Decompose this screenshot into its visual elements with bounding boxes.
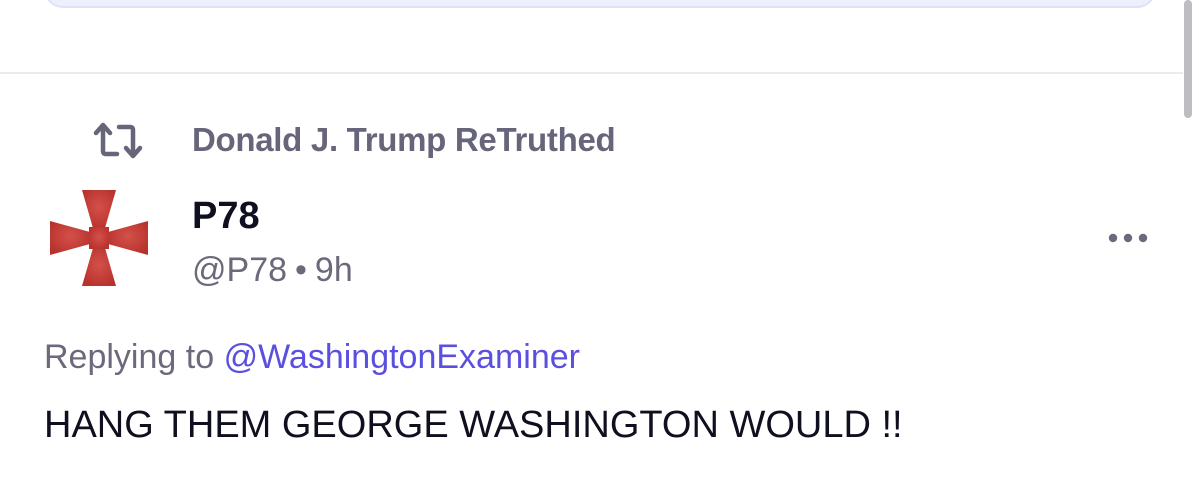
user-handle[interactable]: @P78 <box>192 251 287 289</box>
avatar[interactable] <box>50 190 148 286</box>
scrollbar-thumb[interactable] <box>1184 0 1192 118</box>
retruth-label: Donald J. Trump ReTruthed <box>192 121 616 158</box>
handle-row: @P78 • 9h <box>192 250 353 290</box>
retruth-header: Donald J. Trump ReTruthed <box>92 118 616 162</box>
replying-to: Replying to @WashingtonExaminer <box>44 336 580 378</box>
post-time[interactable]: 9h <box>315 251 353 289</box>
retruth-icon <box>92 118 144 162</box>
post-text: HANG THEM GEORGE WASHINGTON WOULD !! <box>44 404 903 446</box>
previous-post-card <box>44 0 1156 8</box>
separator-dot: • <box>295 251 307 289</box>
more-horizontal-icon <box>1108 233 1148 243</box>
more-options-button[interactable] <box>1104 222 1152 254</box>
display-name[interactable]: P78 <box>192 194 260 238</box>
post-divider <box>0 72 1183 74</box>
cross-pattee-icon <box>50 190 148 286</box>
reply-prefix: Replying to <box>44 338 215 376</box>
reply-mention-link[interactable]: @WashingtonExaminer <box>224 338 580 376</box>
